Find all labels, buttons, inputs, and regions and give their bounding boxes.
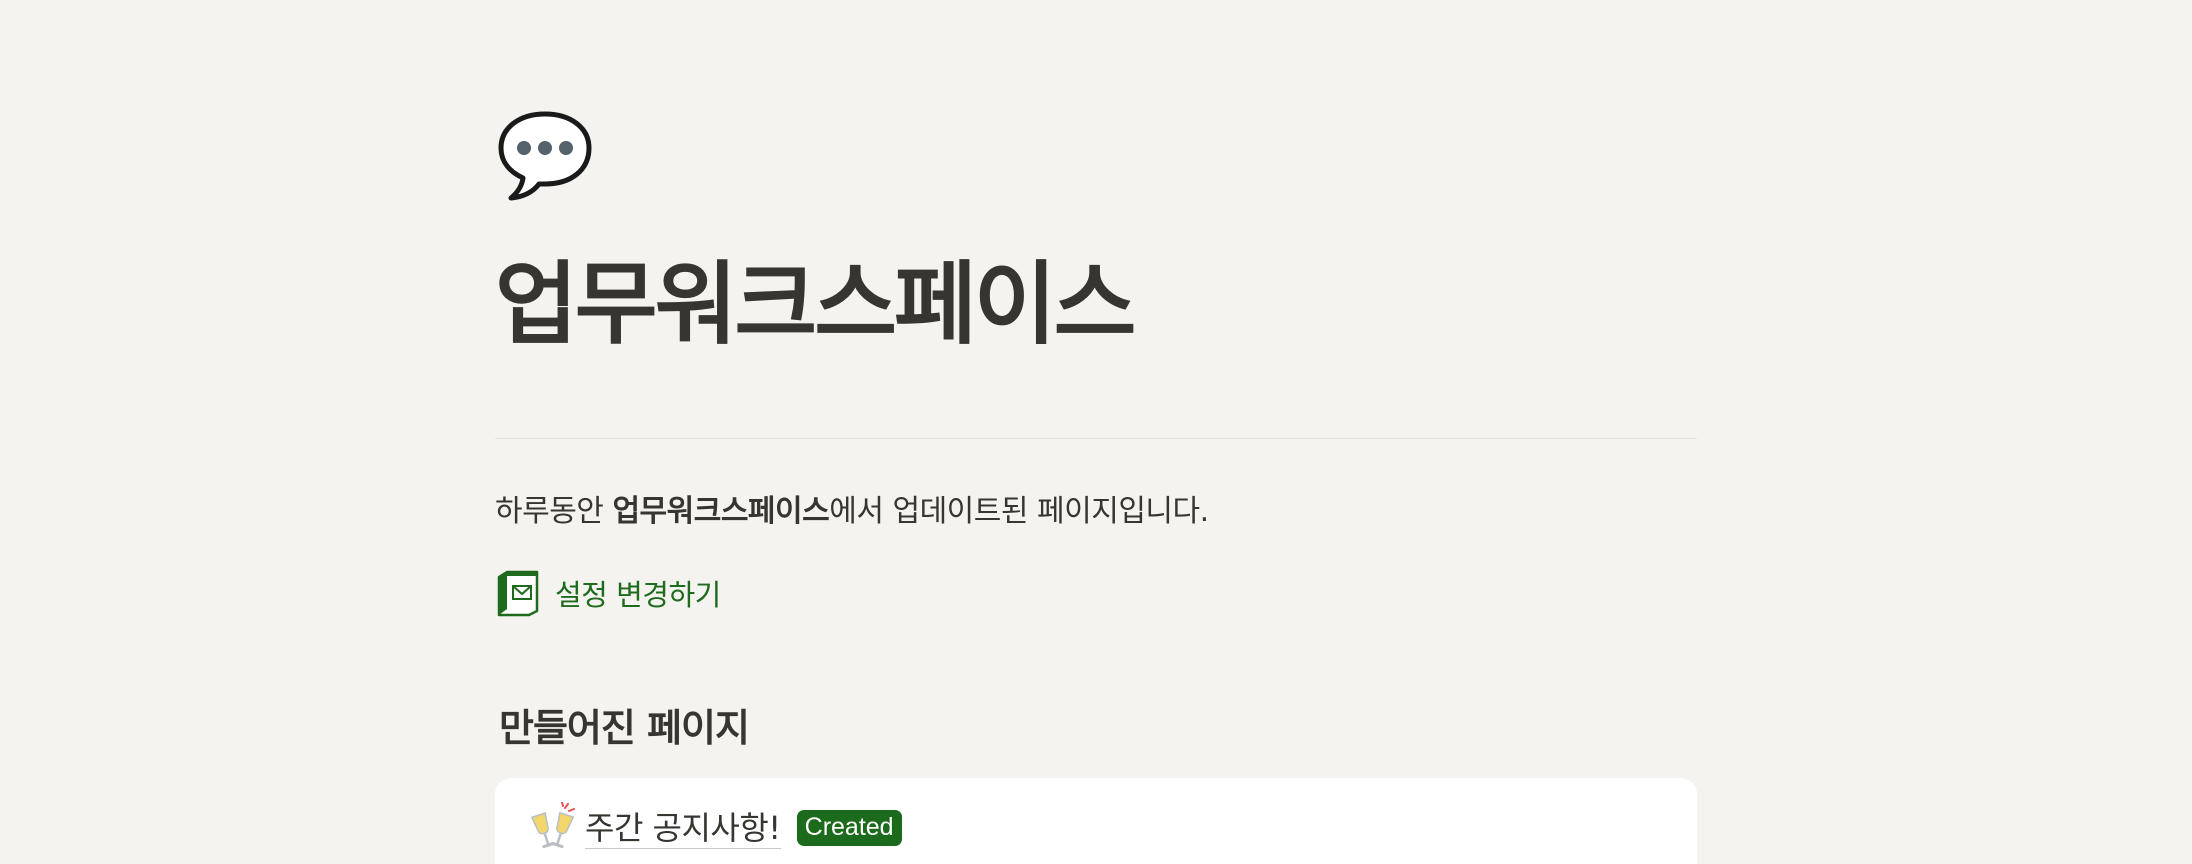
page-link[interactable]: 주간 공지사항! xyxy=(585,808,781,849)
speech-bubble-icon xyxy=(498,111,592,201)
notion-mail-icon xyxy=(497,570,539,617)
change-settings-link[interactable]: 설정 변경하기 xyxy=(495,568,721,618)
created-pages-card: 주간 공지사항! Created xyxy=(495,778,1697,864)
email-page: 업무워크스페이스 하루동안 업무워크스페이스에서 업데이트된 페이지입니다. 설… xyxy=(0,0,2192,864)
summary-suffix: 에서 업데이트된 페이지입니다. xyxy=(829,494,1209,529)
summary-text: 하루동안 업무워크스페이스에서 업데이트된 페이지입니다. xyxy=(495,490,1209,534)
clinking-glasses-icon xyxy=(530,802,575,849)
page-title: 업무워크스페이스 xyxy=(495,252,1136,357)
change-settings-label: 설정 변경하기 xyxy=(555,578,721,612)
summary-prefix: 하루동안 xyxy=(495,494,613,529)
summary-workspace-name: 업무워크스페이스 xyxy=(612,494,830,529)
section-heading-created: 만들어진 페이지 xyxy=(499,706,750,750)
list-item: 주간 공지사항! Created xyxy=(527,802,902,854)
divider xyxy=(495,438,1697,439)
status-badge: Created xyxy=(796,810,902,846)
